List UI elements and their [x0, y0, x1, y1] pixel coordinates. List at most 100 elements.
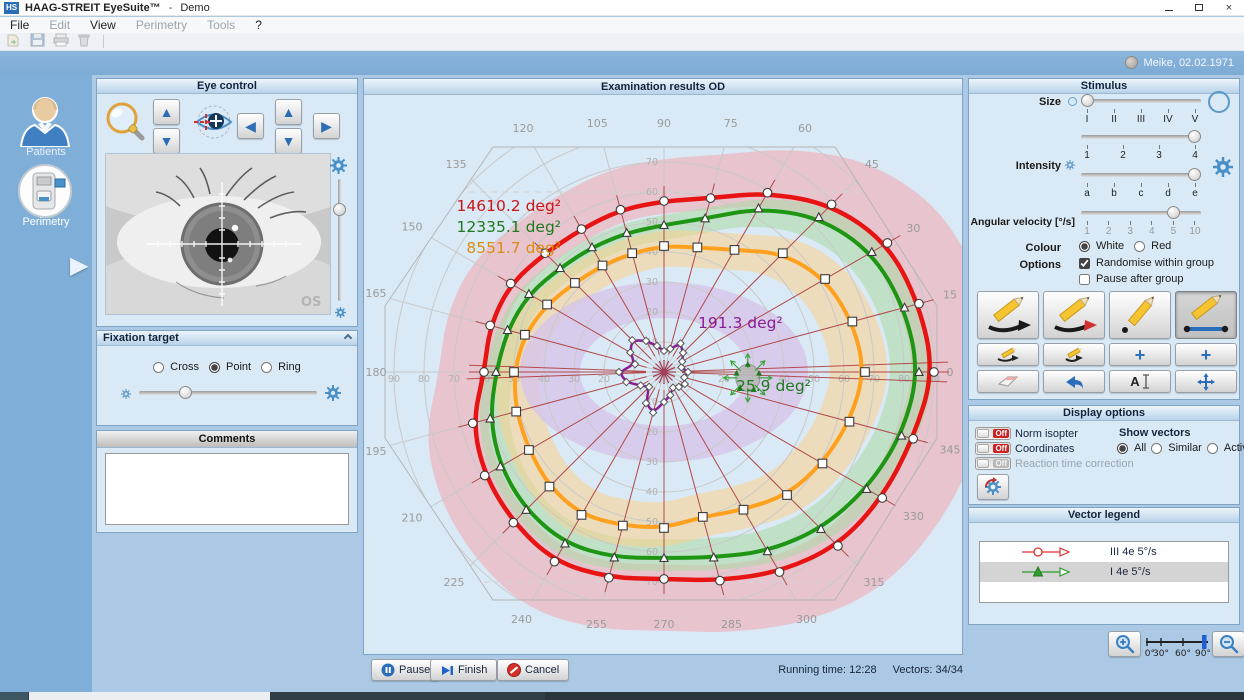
arrow-down-icon: ▼: [160, 134, 174, 148]
fixation-options: Cross Point Ring: [97, 361, 357, 373]
cross-radio[interactable]: [153, 362, 164, 373]
eye-down-button[interactable]: ▼: [153, 128, 180, 154]
draw-point-button[interactable]: [1109, 291, 1171, 339]
patient-chip[interactable]: Meike, 02.02.1971: [1125, 56, 1234, 69]
svg-text:195: 195: [366, 445, 387, 458]
small-gear-icon[interactable]: [335, 307, 346, 321]
patients-icon[interactable]: [16, 95, 74, 150]
taskbar-start-segment[interactable]: [0, 692, 28, 700]
erase-button[interactable]: [977, 370, 1039, 393]
norm-isopter-toggle[interactable]: Off: [975, 427, 1011, 440]
sidebar-item-patients[interactable]: Patients: [0, 146, 92, 158]
fixation-option-point[interactable]: Point: [209, 361, 251, 373]
velocity-slider[interactable]: [1081, 206, 1201, 219]
zoom-scale[interactable]: 10° 30° 60° 90°: [1144, 632, 1210, 661]
svg-text:12335.1 deg²: 12335.1 deg²: [457, 218, 561, 236]
move-left-button[interactable]: ◀: [237, 113, 264, 139]
menu-view[interactable]: View: [90, 18, 116, 32]
add-text-button[interactable]: A: [1109, 370, 1171, 393]
eye-image-slider-track[interactable]: [338, 179, 341, 301]
comments-input[interactable]: [105, 453, 349, 525]
zoom-out-button[interactable]: [1212, 631, 1244, 657]
draw-vector-red-button[interactable]: [1043, 291, 1105, 339]
move-object-button[interactable]: [1175, 370, 1237, 393]
magnifier-icon[interactable]: [102, 98, 150, 149]
menu-help[interactable]: ?: [255, 18, 262, 32]
show-vectors-options: All Similar Active: [1117, 442, 1244, 454]
pause-after-group-checkbox[interactable]: [1079, 274, 1090, 285]
finish-button[interactable]: Finish: [430, 659, 497, 681]
eye-image-slider[interactable]: [333, 179, 346, 301]
move-down-button[interactable]: ▼: [275, 128, 302, 154]
move-up-button[interactable]: ▲: [275, 99, 302, 125]
fixation-slider-track[interactable]: [139, 391, 317, 395]
svg-text:255: 255: [586, 618, 607, 631]
eye-fixation-icon[interactable]: [192, 100, 236, 147]
eye-up-button[interactable]: ▲: [153, 99, 180, 125]
intensity-slider-thumb[interactable]: [1188, 130, 1201, 143]
legend-row-I4e[interactable]: I 4e 5°/s: [980, 562, 1228, 582]
menu-file[interactable]: File: [10, 18, 29, 32]
eye-control-panel: Eye control ▲ ▼ ◀ ▲ ▼ ▶: [96, 78, 358, 327]
sidebar-expander-icon[interactable]: ▶: [70, 251, 88, 280]
randomise-checkbox[interactable]: [1079, 258, 1090, 269]
intensity-slider[interactable]: [1081, 130, 1201, 143]
vectors-all[interactable]: All: [1117, 442, 1146, 454]
fixation-option-cross[interactable]: Cross: [153, 361, 199, 373]
close-button[interactable]: ×: [1214, 0, 1244, 15]
svg-text:70: 70: [448, 374, 460, 385]
randomise-checkbox-row[interactable]: Randomise within group: [1079, 257, 1214, 269]
legend-row-III4e[interactable]: III 4e 5°/s: [980, 542, 1228, 562]
pencil-line-icon: [1179, 295, 1233, 335]
refresh-settings-button[interactable]: [977, 474, 1009, 500]
fixation-option-ring[interactable]: Ring: [261, 361, 301, 373]
svg-text:75: 75: [724, 117, 738, 130]
ring-radio[interactable]: [261, 362, 272, 373]
eye-image-slider-thumb[interactable]: [333, 203, 346, 216]
size-slider-thumb[interactable]: [1081, 94, 1094, 107]
open-icon: [6, 33, 22, 50]
intensity-gear-icon[interactable]: [1213, 157, 1233, 180]
vectors-similar[interactable]: Similar: [1151, 442, 1202, 454]
sidebar: Patients Perimetry ▶: [0, 75, 92, 692]
coordinates-toggle[interactable]: Off: [975, 442, 1011, 455]
cancel-button[interactable]: Cancel: [497, 659, 569, 681]
edit-vector2-button[interactable]: [1043, 343, 1105, 366]
add-point-button[interactable]: +: [1175, 343, 1237, 366]
svg-text:15: 15: [943, 288, 957, 301]
svg-text:45: 45: [865, 158, 879, 171]
maximize-button[interactable]: [1184, 0, 1214, 15]
sidebar-item-perimetry[interactable]: Perimetry: [0, 216, 92, 228]
velocity-slider-thumb[interactable]: [1167, 206, 1180, 219]
collapse-chevron-icon[interactable]: [344, 334, 352, 342]
edit-vector-button[interactable]: [977, 343, 1039, 366]
fixation-bright-gear-icon[interactable]: [325, 385, 341, 404]
toolbar: [0, 33, 1244, 51]
size-slider[interactable]: [1081, 94, 1201, 107]
vectors-active[interactable]: Active: [1207, 442, 1244, 454]
zoom-scale-indicator[interactable]: [1202, 635, 1207, 649]
pause-after-group-checkbox-row[interactable]: Pause after group: [1079, 273, 1183, 285]
filter-slider[interactable]: [1081, 168, 1201, 181]
perimetry-icon[interactable]: [17, 163, 73, 222]
move-right-button[interactable]: ▶: [313, 113, 340, 139]
fixation-slider-thumb[interactable]: [179, 386, 192, 399]
colour-red[interactable]: Red: [1134, 240, 1171, 252]
taskbar-active-window-segment[interactable]: [29, 692, 270, 700]
add-vector-button[interactable]: +: [1109, 343, 1171, 366]
arrow-right-icon: ▶: [321, 119, 332, 133]
undo-button[interactable]: [1043, 370, 1105, 393]
isopter-chart[interactable]: 1010202020203030303040404040505050506060…: [364, 95, 962, 654]
colour-white[interactable]: White: [1079, 240, 1124, 252]
minimize-button[interactable]: [1154, 0, 1184, 15]
filter-slider-thumb[interactable]: [1188, 168, 1201, 181]
point-radio[interactable]: [209, 362, 220, 373]
draw-line-button[interactable]: [1175, 291, 1237, 339]
svg-text:60: 60: [798, 122, 812, 135]
brightness-gear-icon[interactable]: [330, 157, 347, 177]
zoom-in-button[interactable]: [1108, 631, 1141, 657]
fixation-brightness-slider[interactable]: [139, 386, 317, 399]
draw-vector-button[interactable]: [977, 291, 1039, 339]
taskbar-empty-segment: [545, 692, 1244, 700]
os-taskbar[interactable]: [0, 692, 1244, 700]
